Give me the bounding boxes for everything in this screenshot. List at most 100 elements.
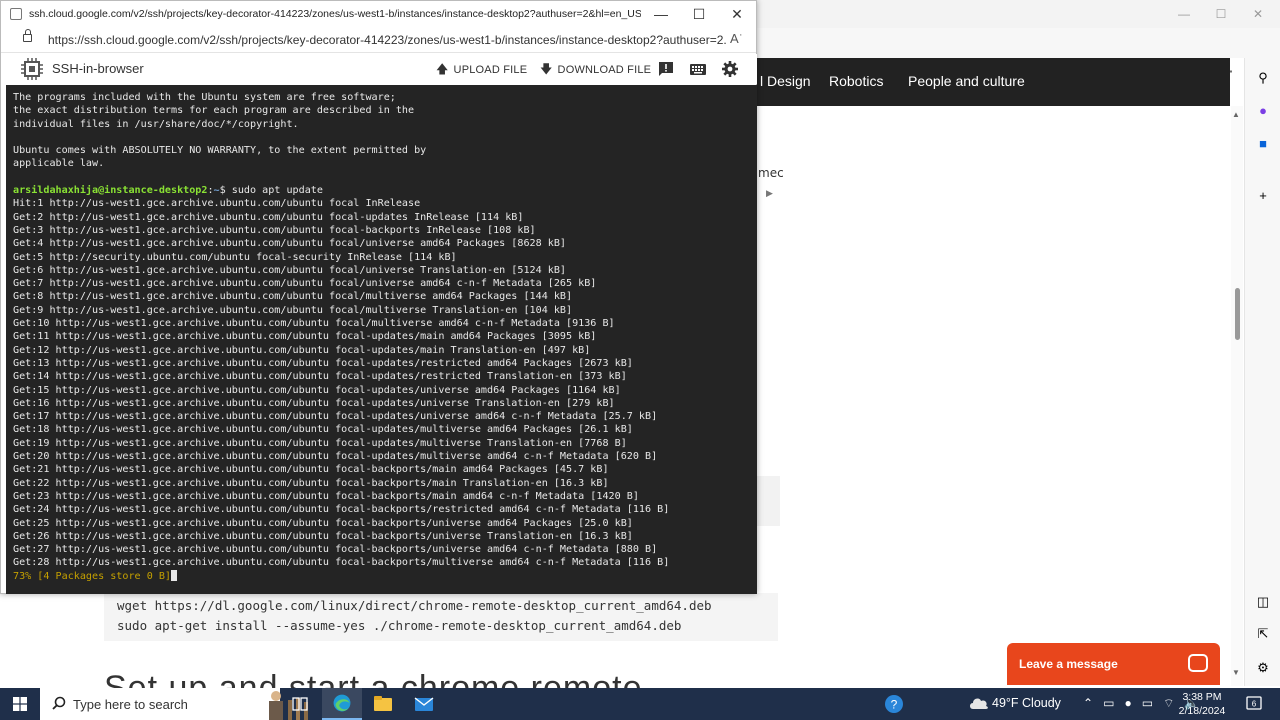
file-explorer-icon[interactable] xyxy=(363,688,403,720)
microphone-icon[interactable]: ● xyxy=(1124,696,1131,710)
terminal-line: The programs included with the Ubuntu sy… xyxy=(13,92,396,103)
edge-taskbar-icon[interactable] xyxy=(322,688,362,720)
read-aloud-icon[interactable]: A͘ xyxy=(730,31,739,46)
download-file-label: DOWNLOAD FILE xyxy=(557,64,652,76)
terminal-line: Get:10 http://us-west1.gce.archive.ubunt… xyxy=(13,318,615,330)
page-favicon-icon xyxy=(10,8,22,20)
terminal-line: Get:5 http://security.ubuntu.com/ubuntu … xyxy=(13,251,457,263)
apt-progress-text: 73% [4 Packages store 0 B] xyxy=(13,570,172,582)
terminal-line: Get:6 http://us-west1.gce.archive.ubuntu… xyxy=(13,264,567,276)
sidebar-outlook-icon[interactable]: ■ xyxy=(1255,136,1271,152)
terminal-cursor xyxy=(171,569,178,581)
terminal-line: Get:26 http://us-west1.gce.archive.ubunt… xyxy=(13,530,633,542)
bg-maximize-icon[interactable]: ☐ xyxy=(1207,4,1235,24)
ssh-logo-icon xyxy=(21,58,43,80)
settings-gear-icon[interactable] xyxy=(721,60,739,78)
keyboard-icon[interactable] xyxy=(689,60,707,78)
section-heading-fragment: Set up and start a chrome remote desktop xyxy=(104,668,724,688)
bg-minimize-icon[interactable]: — xyxy=(1170,4,1198,24)
ssh-terminal[interactable]: The programs included with the Ubuntu sy… xyxy=(6,85,757,594)
taskbar-search-box[interactable]: Type here to search xyxy=(40,688,308,720)
chat-bubble-icon xyxy=(1188,654,1208,672)
prompt-command: sudo apt update xyxy=(231,185,323,197)
edge-sidebar: ⚲ ● ■ + ◫ ⇱ ⚙ xyxy=(1244,58,1280,686)
terminal-line: Get:2 http://us-west1.gce.archive.ubuntu… xyxy=(13,211,524,223)
weather-text: 49°F Cloudy xyxy=(992,696,1061,710)
weather-widget[interactable]: 49°F Cloudy xyxy=(968,696,1061,710)
nav-item-robotics[interactable]: Robotics xyxy=(829,73,883,89)
code-line-wget: wget https://dl.google.com/linux/direct/… xyxy=(117,598,712,613)
terminal-line: Get:24 http://us-west1.gce.archive.ubunt… xyxy=(13,504,670,516)
feedback-icon[interactable] xyxy=(657,60,675,78)
terminal-prompt-line: arsildahaxhija@instance-desktop2:~$ sudo… xyxy=(13,185,323,197)
close-icon[interactable]: ✕ xyxy=(722,4,752,24)
upload-file-button[interactable]: 🡅 UPLOAD FILE xyxy=(436,60,527,81)
sidebar-add-icon[interactable]: + xyxy=(1255,188,1271,204)
terminal-line: Get:28 http://us-west1.gce.archive.ubunt… xyxy=(13,557,670,569)
ssh-app-header: SSH-in-browser 🡅 UPLOAD FILE 🡇 DOWNLOAD FI… xyxy=(6,54,757,84)
terminal-line: Get:12 http://us-west1.gce.archive.ubunt… xyxy=(13,344,591,356)
maximize-icon[interactable]: ☐ xyxy=(684,4,714,24)
download-arrow-icon: 🡇 xyxy=(540,62,553,76)
terminal-line: Get:21 http://us-west1.gce.archive.ubunt… xyxy=(13,464,609,476)
terminal-line: Get:27 http://us-west1.gce.archive.ubunt… xyxy=(13,544,658,556)
search-icon xyxy=(52,696,66,710)
clock-date: 2/18/2024 xyxy=(1178,705,1226,717)
svg-text:?: ? xyxy=(891,698,898,712)
terminal-line: Get:19 http://us-west1.gce.archive.ubunt… xyxy=(13,437,627,449)
page-scrollbar[interactable] xyxy=(1231,106,1243,686)
help-icon[interactable]: ? xyxy=(874,688,914,720)
nav-item-design[interactable]: l Design xyxy=(760,73,811,89)
sidebar-settings-icon[interactable]: ⚙ xyxy=(1255,660,1271,676)
battery-icon[interactable]: ▭ xyxy=(1142,696,1153,710)
minimize-icon[interactable]: — xyxy=(646,4,676,24)
ssh-window-title: ssh.cloud.google.com/v2/ssh/projects/key… xyxy=(29,8,641,20)
upload-arrow-icon: 🡅 xyxy=(436,62,449,76)
cloud-icon xyxy=(970,698,988,709)
leave-message-label: Leave a message xyxy=(1019,657,1118,671)
url-text[interactable]: https://ssh.cloud.google.com/v2/ssh/proj… xyxy=(48,33,726,47)
download-file-button[interactable]: 🡇 DOWNLOAD FILE xyxy=(540,60,651,81)
sidebar-search-icon[interactable]: ⚲ xyxy=(1255,70,1271,86)
chevron-right-icon[interactable]: ▶ xyxy=(766,188,773,199)
notification-count: 6 xyxy=(1252,700,1257,709)
terminal-line: Ubuntu comes with ABSOLUTELY NO WARRANTY… xyxy=(13,145,427,157)
sidebar-copilot-icon[interactable]: ● xyxy=(1255,103,1271,119)
leave-message-button[interactable]: Leave a message xyxy=(1007,643,1220,685)
clock-time: 3:38 PM xyxy=(1182,691,1222,703)
terminal-line: Get:18 http://us-west1.gce.archive.ubunt… xyxy=(13,424,633,436)
ssh-browser-window: ssh.cloud.google.com/v2/ssh/projects/key… xyxy=(0,0,757,594)
terminal-line: Get:11 http://us-west1.gce.archive.ubunt… xyxy=(13,331,597,343)
sidebar-panel-icon[interactable]: ◫ xyxy=(1255,594,1271,610)
lock-icon[interactable] xyxy=(23,29,32,42)
task-view-icon[interactable] xyxy=(280,688,320,720)
background-text-fragment: mec xyxy=(758,166,784,180)
network-icon[interactable]: ▭ xyxy=(1103,696,1114,710)
terminal-line: Get:17 http://us-west1.gce.archive.ubunt… xyxy=(13,411,658,423)
ssh-window-titlebar[interactable]: ssh.cloud.google.com/v2/ssh/projects/key… xyxy=(1,1,756,27)
section-heading-text: Set up and start a chrome remote desktop xyxy=(104,669,643,688)
nav-item-people-culture[interactable]: People and culture xyxy=(908,73,1025,89)
address-bar[interactable]: https://ssh.cloud.google.com/v2/ssh/proj… xyxy=(1,27,756,53)
terminal-line: Get:8 http://us-west1.gce.archive.ubuntu… xyxy=(13,291,573,303)
terminal-line: Hit:1 http://us-west1.gce.archive.ubuntu… xyxy=(13,198,421,210)
scroll-up-icon[interactable]: ▲ xyxy=(1232,110,1240,119)
terminal-line: applicable law. xyxy=(13,158,105,170)
site-nav-bar: l Design Robotics People and culture xyxy=(756,58,1230,106)
terminal-output: The programs included with the Ubuntu sy… xyxy=(13,91,669,583)
show-hidden-icons-icon[interactable]: ⌃ xyxy=(1083,696,1093,710)
terminal-line: Get:3 http://us-west1.gce.archive.ubuntu… xyxy=(13,224,536,236)
mail-icon[interactable] xyxy=(404,688,444,720)
page-scrollbar-thumb[interactable] xyxy=(1235,288,1240,340)
windows-start-icon[interactable] xyxy=(13,697,27,711)
taskbar-clock[interactable]: 3:38 PM 2/18/2024 xyxy=(1172,690,1232,718)
terminal-line: Get:20 http://us-west1.gce.archive.ubunt… xyxy=(13,451,658,463)
sidebar-share-icon[interactable]: ⇱ xyxy=(1255,626,1271,642)
notification-center-icon[interactable]: 6 xyxy=(1246,696,1262,712)
bg-close-icon[interactable]: ✕ xyxy=(1244,4,1272,24)
terminal-line: Get:4 http://us-west1.gce.archive.ubuntu… xyxy=(13,238,567,250)
scroll-down-icon[interactable]: ▼ xyxy=(1232,668,1240,677)
search-placeholder: Type here to search xyxy=(73,697,188,712)
terminal-line: the exact distribution terms for each pr… xyxy=(13,105,415,117)
